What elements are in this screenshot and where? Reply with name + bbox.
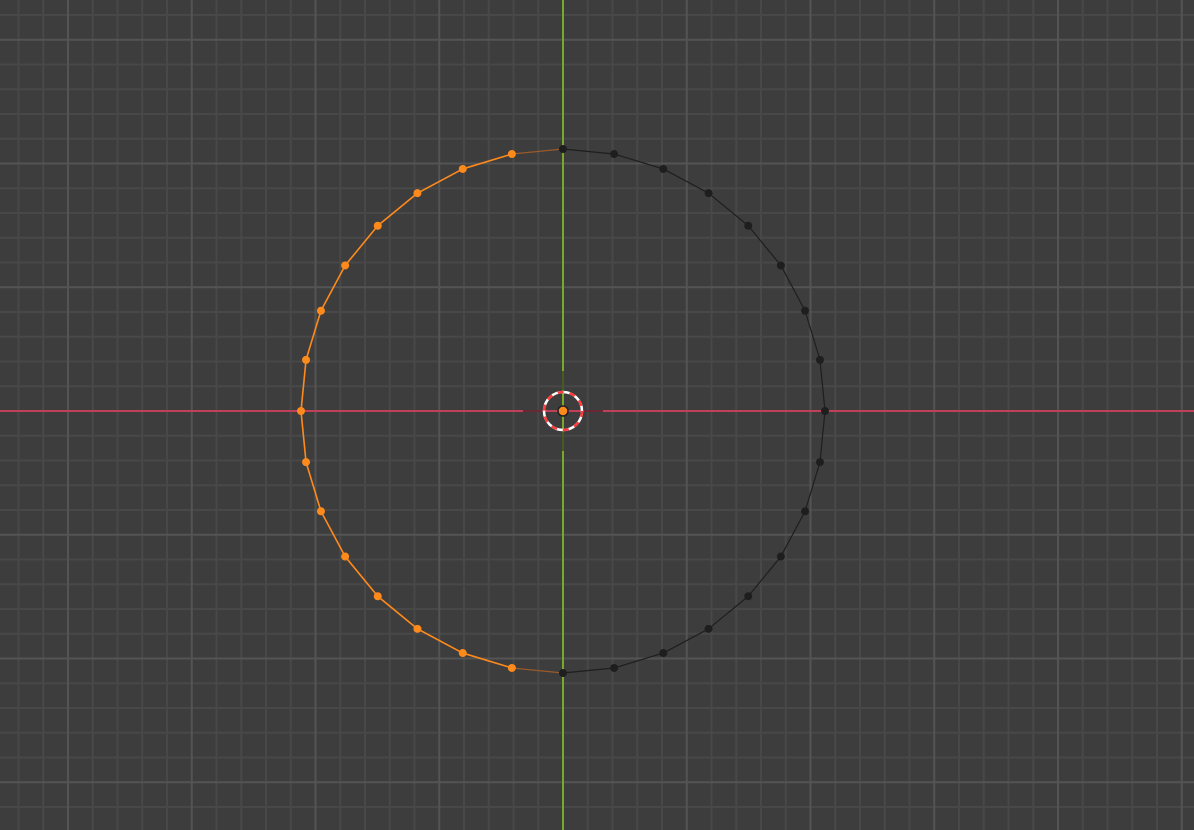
mesh-vertex[interactable] — [801, 306, 810, 315]
mesh-edge — [613, 652, 664, 669]
mesh-edge — [708, 595, 749, 630]
mesh-vertex[interactable] — [659, 649, 668, 658]
object-origin-icon — [557, 405, 569, 417]
mesh-vertex[interactable] — [610, 663, 619, 672]
mesh-vertex[interactable] — [821, 407, 829, 415]
mesh-edge-selected — [377, 192, 418, 227]
mesh-edge-selected — [462, 153, 513, 170]
mesh-vertex-selected[interactable] — [507, 663, 516, 672]
mesh-vertex-selected[interactable] — [341, 261, 350, 270]
mesh-edge — [804, 310, 821, 361]
mesh-vertex[interactable] — [610, 150, 619, 159]
grid-major-lines — [0, 0, 1194, 830]
mesh-vertex[interactable] — [559, 669, 567, 677]
viewport-canvas[interactable] — [0, 0, 1194, 830]
mesh-vertex-selected[interactable] — [316, 507, 325, 516]
mesh-vertex[interactable] — [815, 355, 824, 364]
mesh-edge-selected — [344, 225, 379, 266]
mesh-edge — [804, 461, 821, 512]
mesh-vertex[interactable] — [801, 507, 810, 516]
mesh-vertex[interactable] — [776, 552, 785, 561]
mesh-edge — [708, 192, 749, 227]
mesh-vertex[interactable] — [744, 592, 753, 601]
mesh-vertex[interactable] — [776, 261, 785, 270]
grid-minor-lines — [0, 0, 1194, 830]
mesh-vertex-selected[interactable] — [413, 624, 422, 633]
mesh-vertex-selected[interactable] — [302, 355, 311, 364]
mesh-vertex[interactable] — [704, 189, 713, 198]
mesh-vertex-selected[interactable] — [507, 150, 516, 159]
mesh-vertex[interactable] — [559, 145, 567, 153]
mesh-vertex-selected[interactable] — [458, 649, 467, 658]
mesh-vertex-selected[interactable] — [297, 407, 305, 415]
mesh-vertex-selected[interactable] — [302, 458, 311, 467]
mesh-edge — [747, 225, 782, 266]
mesh-vertex-selected[interactable] — [413, 189, 422, 198]
mesh-vertex[interactable] — [704, 624, 713, 633]
mesh-vertex[interactable] — [815, 458, 824, 467]
mesh-vertex-selected[interactable] — [373, 221, 382, 230]
mesh-vertex[interactable] — [744, 221, 753, 230]
mesh-vertex-selected[interactable] — [458, 164, 467, 173]
mesh-edge-selected — [305, 310, 322, 361]
mesh-vertex-selected[interactable] — [316, 306, 325, 315]
mesh-edge-selected — [305, 461, 322, 512]
mesh-edge — [613, 153, 664, 170]
mesh-edge — [747, 556, 782, 597]
mesh-vertex-selected[interactable] — [373, 592, 382, 601]
mesh-vertex[interactable] — [659, 164, 668, 173]
mesh-edge-selected — [377, 595, 418, 630]
mesh-edge-selected — [344, 556, 379, 597]
mesh-vertex-selected[interactable] — [341, 552, 350, 561]
3d-viewport[interactable] — [0, 0, 1194, 830]
mesh-edge-selected — [462, 652, 513, 669]
